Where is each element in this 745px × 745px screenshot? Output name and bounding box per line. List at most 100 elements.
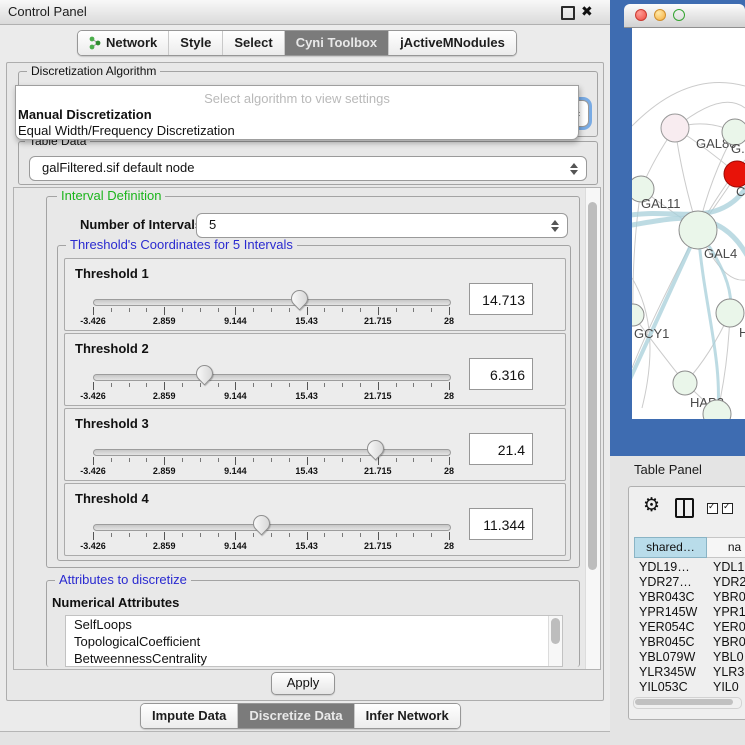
cell-shared-name: YLR345W xyxy=(639,665,696,679)
tick-mark xyxy=(360,533,361,537)
cell-name: YPR1 xyxy=(713,605,745,619)
tick-mark xyxy=(271,383,272,387)
slider-track[interactable] xyxy=(93,449,451,456)
table-row[interactable]: YDR27… YDR2 xyxy=(634,575,744,590)
table-data-combobox[interactable]: galFiltered.sif default node xyxy=(29,156,587,181)
tick-mark xyxy=(218,308,219,312)
cyni-toolbox-pane: Discretization Algorithm Select algorith… xyxy=(6,62,604,701)
tick-mark xyxy=(307,307,308,315)
network-node[interactable] xyxy=(632,304,644,326)
scrollbar-thumb[interactable] xyxy=(588,202,597,570)
table-row[interactable]: YIL053CYIL0 xyxy=(634,680,744,695)
checkbox-icon[interactable] xyxy=(722,503,733,514)
tick-mark xyxy=(200,308,201,312)
attribute-list-item[interactable]: TopologicalCoefficient xyxy=(66,633,562,650)
tick-mark xyxy=(413,458,414,462)
table-data-group: Table Data galFiltered.sif default node xyxy=(18,141,598,185)
tick-mark xyxy=(289,383,290,387)
tick-label: -3.426 xyxy=(80,466,106,476)
dropdown-option[interactable]: Manual Discretization xyxy=(18,107,152,122)
tick-mark xyxy=(378,307,379,315)
tick-label: 9.144 xyxy=(224,541,247,551)
tick-mark xyxy=(129,308,130,312)
column-header-name[interactable]: na xyxy=(707,537,745,558)
cell-shared-name: YDR27… xyxy=(639,575,692,589)
network-node[interactable] xyxy=(673,371,697,395)
node-label: GCY1 xyxy=(634,326,669,341)
network-edge[interactable] xyxy=(632,82,745,126)
tab-cyni-toolbox[interactable]: Cyni Toolbox xyxy=(284,31,388,55)
tab-style[interactable]: Style xyxy=(168,31,222,55)
tab-network[interactable]: Network xyxy=(78,31,168,55)
table-header-row: shared… na xyxy=(634,537,745,558)
column-header-shared-name[interactable]: shared… xyxy=(634,537,707,558)
network-canvas[interactable]: GAL80G.CGAL11GAL4GCY1HHAP2 xyxy=(632,28,745,419)
slider-track[interactable] xyxy=(93,299,451,306)
tab-select[interactable]: Select xyxy=(222,31,283,55)
tick-mark xyxy=(164,532,165,540)
tick-mark xyxy=(182,533,183,537)
attribute-list-item[interactable]: BetweennessCentrality xyxy=(66,650,562,667)
tick-mark xyxy=(413,308,414,312)
table-row[interactable]: YDL19…YDL1 xyxy=(634,560,744,575)
tick-mark xyxy=(271,533,272,537)
horizontal-scrollbar[interactable] xyxy=(633,697,742,709)
cell-name: YDR2 xyxy=(713,575,745,589)
slider-track[interactable] xyxy=(93,374,451,381)
scrollbar-thumb[interactable] xyxy=(635,699,733,705)
gear-icon[interactable]: ⚙ xyxy=(643,494,660,516)
numerical-attributes-list[interactable]: SelfLoopsTopologicalCoefficientBetweenne… xyxy=(65,615,563,667)
tab-jactivemnodules[interactable]: jActiveMNodules xyxy=(388,31,516,55)
threshold-value-field[interactable]: 14.713 xyxy=(469,283,533,315)
table-row[interactable]: YLR345WYLR3 xyxy=(634,665,744,680)
tab-infer-network[interactable]: Infer Network xyxy=(354,704,460,728)
tab-impute-data[interactable]: Impute Data xyxy=(141,704,237,728)
slider-tick-labels: -3.4262.8599.14415.4321.71528 xyxy=(93,466,449,477)
network-node[interactable] xyxy=(716,299,744,327)
tab-discretize-data[interactable]: Discretize Data xyxy=(237,704,353,728)
scrollbar-thumb[interactable] xyxy=(551,618,560,644)
threshold-value-field[interactable]: 11.344 xyxy=(469,508,533,540)
zoom-traffic-light-icon[interactable] xyxy=(673,9,685,21)
tick-mark xyxy=(289,533,290,537)
attributes-group: Attributes to discretize Numerical Attri… xyxy=(46,580,580,667)
table-row[interactable]: YBL079WYBL0 xyxy=(634,650,744,665)
control-panel: Control Panel ✖ NetworkStyleSelectCyni T… xyxy=(0,0,611,732)
threshold-value-field[interactable]: 6.316 xyxy=(469,358,533,390)
tick-mark xyxy=(342,383,343,387)
table-row[interactable]: YBR045CYBR0 xyxy=(634,635,744,650)
slider-track[interactable] xyxy=(93,524,451,531)
threshold-label: Threshold 1 xyxy=(75,266,149,281)
list-scrollbar[interactable] xyxy=(548,616,562,666)
network-node[interactable] xyxy=(661,114,689,142)
threshold-value-field[interactable]: 21.4 xyxy=(469,433,533,465)
bottom-tab-bar: Impute Data Discretize DataInfer Network xyxy=(140,703,461,729)
network-edge[interactable] xyxy=(633,189,641,315)
vertical-scrollbar[interactable] xyxy=(585,188,600,669)
tick-mark xyxy=(324,383,325,387)
table-row[interactable]: YPR145WYPR1 xyxy=(634,605,744,620)
tick-label: 2.859 xyxy=(153,541,176,551)
tick-mark xyxy=(129,458,130,462)
float-window-icon[interactable] xyxy=(561,6,575,20)
minimize-traffic-light-icon[interactable] xyxy=(654,9,666,21)
slider-ticks xyxy=(93,382,449,391)
tick-mark xyxy=(271,308,272,312)
column-layout-icon[interactable] xyxy=(675,498,694,518)
num-intervals-label: Number of Intervals xyxy=(80,217,202,232)
apply-button[interactable]: Apply xyxy=(271,672,335,695)
close-icon[interactable]: ✖ xyxy=(581,3,593,20)
node-label: H xyxy=(739,325,745,340)
dropdown-option[interactable]: Equal Width/Frequency Discretization xyxy=(18,123,235,138)
tab-label: Impute Data xyxy=(152,704,226,728)
tick-label: 15.43 xyxy=(295,541,318,551)
num-intervals-combobox[interactable]: 5 xyxy=(196,213,568,238)
table-row[interactable]: YBR043CYBR0 xyxy=(634,590,744,605)
close-traffic-light-icon[interactable] xyxy=(635,9,647,21)
table-row[interactable]: YER054CYER0 xyxy=(634,620,744,635)
checkbox-icon[interactable] xyxy=(707,503,718,514)
slider-tick-labels: -3.4262.8599.14415.4321.71528 xyxy=(93,316,449,327)
attribute-list-item[interactable]: SelfLoops xyxy=(66,616,562,633)
network-node[interactable] xyxy=(679,211,717,249)
network-icon xyxy=(89,36,101,50)
